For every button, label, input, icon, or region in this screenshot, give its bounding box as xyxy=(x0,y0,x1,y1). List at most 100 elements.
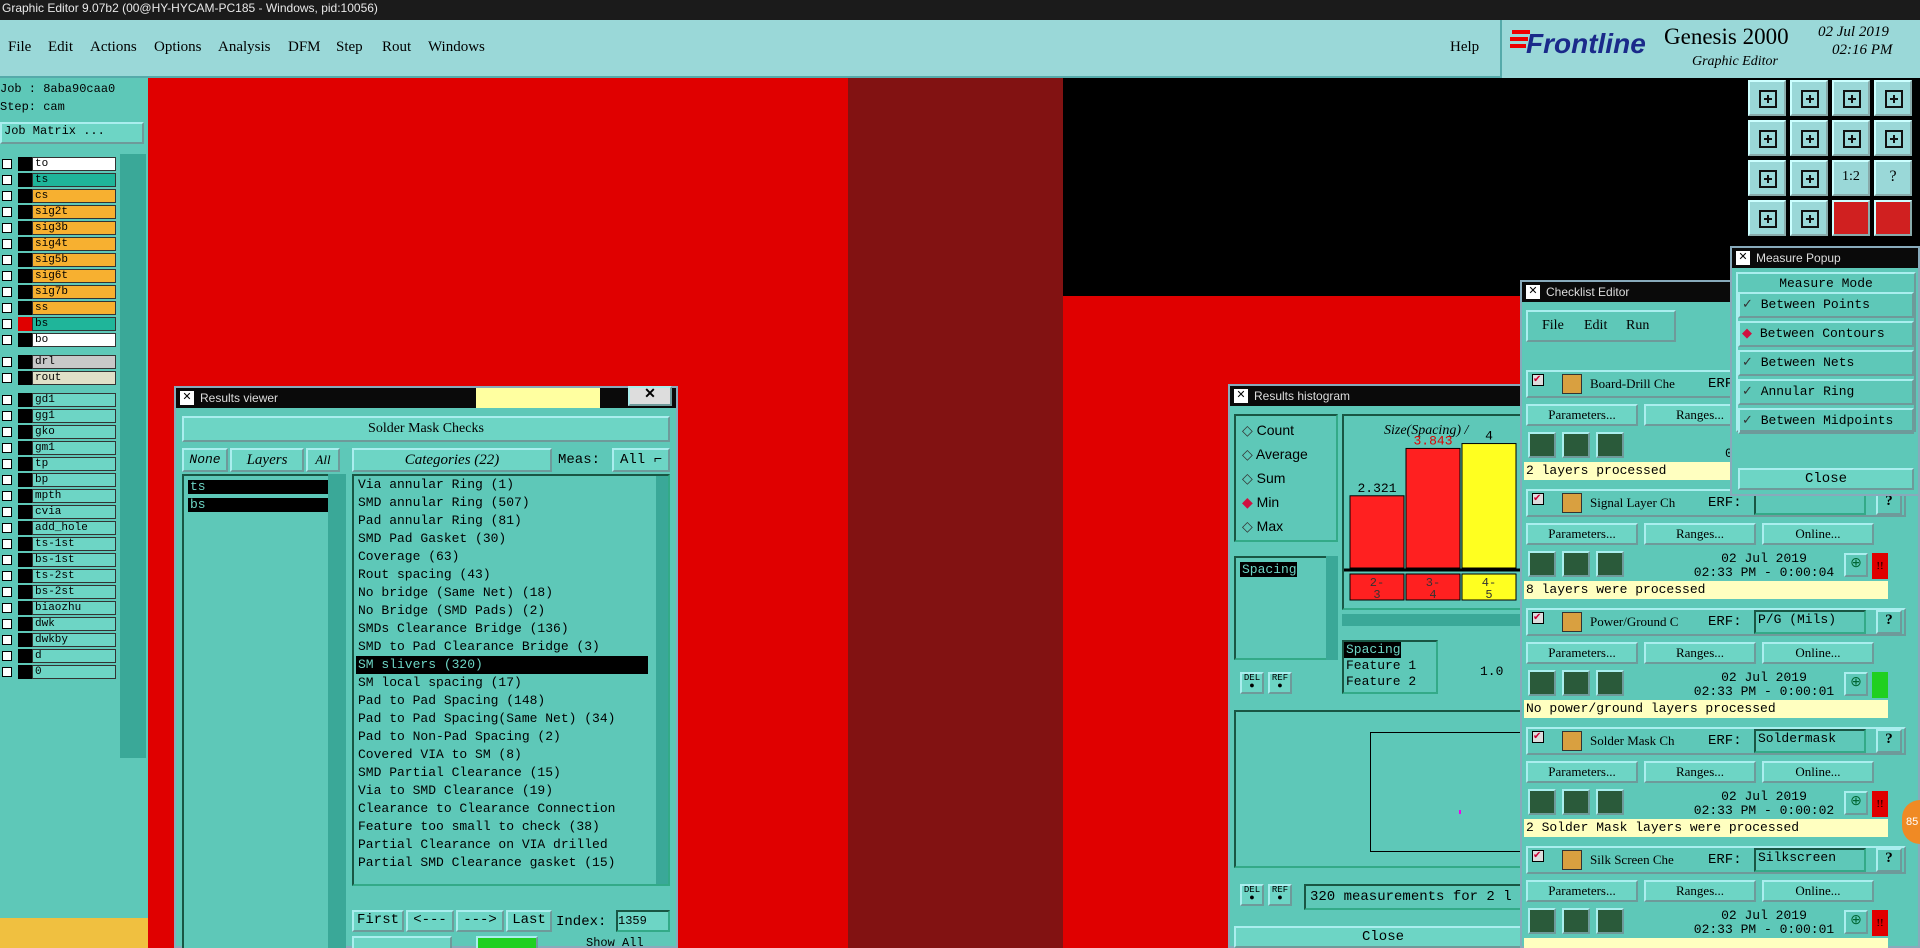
layer-row[interactable]: gd1 xyxy=(0,392,118,408)
menu-analysis[interactable]: Analysis xyxy=(218,39,271,56)
run-check-icon[interactable] xyxy=(1596,789,1624,815)
params-button[interactable]: Parameters... xyxy=(1526,404,1638,426)
measure-option[interactable]: ◆ Between Contours xyxy=(1738,321,1914,347)
erf-field[interactable]: P/G (Mils) xyxy=(1754,610,1866,634)
measure-option[interactable]: ✓ Annular Ring xyxy=(1738,379,1914,405)
meas-select[interactable]: All ⌐ xyxy=(612,448,670,472)
redraw-icon[interactable] xyxy=(1832,120,1870,156)
category-item[interactable]: SM slivers (320) xyxy=(356,656,648,674)
ref-button[interactable]: REF ● xyxy=(1268,672,1292,694)
histogram-preview[interactable] xyxy=(1234,710,1532,868)
layer-row[interactable]: bp xyxy=(0,472,118,488)
zoom-out-icon[interactable] xyxy=(1832,80,1870,116)
layer-checkbox[interactable] xyxy=(2,411,12,421)
category-item[interactable]: Feature too small to check (38) xyxy=(356,818,648,836)
checklist-menu-run[interactable]: Run xyxy=(1626,318,1649,334)
histogram-bar[interactable] xyxy=(1461,443,1517,569)
menu-edit[interactable]: Edit xyxy=(48,39,73,56)
ranges-button[interactable]: Ranges... xyxy=(1644,642,1756,664)
layer-row[interactable]: to xyxy=(0,156,118,172)
menu-actions[interactable]: Actions xyxy=(90,39,137,56)
layer-row[interactable]: mpth xyxy=(0,488,118,504)
layer-checkbox[interactable] xyxy=(2,587,12,597)
histogram-titlebar[interactable]: ✕ Results histogram xyxy=(1230,386,1532,406)
category-item[interactable]: Pad to Pad Spacing (148) xyxy=(356,692,648,710)
index-input[interactable] xyxy=(616,910,670,932)
layer-row[interactable]: cvia xyxy=(0,504,118,520)
mode-radio-count[interactable]: ◇ Count xyxy=(1242,422,1294,439)
measure-option[interactable]: ✓ Between Midpoints xyxy=(1738,408,1914,434)
checkbox-icon[interactable]: ✔ xyxy=(1532,850,1544,862)
layer-row[interactable]: sig6t xyxy=(0,268,118,284)
window-menu-icon[interactable]: ✕ xyxy=(1526,285,1540,299)
categories-button[interactable]: Categories (22) xyxy=(352,448,552,472)
run-check-icon[interactable] xyxy=(1562,908,1590,934)
category-item[interactable]: Via annular Ring (1) xyxy=(356,476,648,494)
category-item[interactable]: Partial Clearance on VIA drilled xyxy=(356,836,648,854)
center-icon[interactable] xyxy=(1790,160,1828,196)
layer-row[interactable]: bo xyxy=(0,332,118,348)
pan-right-icon[interactable] xyxy=(1790,120,1828,156)
layer-checkbox[interactable] xyxy=(2,571,12,581)
layer-checkbox[interactable] xyxy=(2,395,12,405)
online-button[interactable]: Online... xyxy=(1762,761,1874,783)
pan-left-icon[interactable] xyxy=(1748,120,1786,156)
run-check-icon[interactable] xyxy=(1562,789,1590,815)
mode-radio-average[interactable]: ◇ Average xyxy=(1242,446,1308,463)
run-check-icon[interactable] xyxy=(1528,432,1556,458)
layer-row[interactable]: sig3b xyxy=(0,220,118,236)
layer-checkbox[interactable] xyxy=(2,427,12,437)
menu-options[interactable]: Options xyxy=(154,39,202,56)
list-item[interactable]: Spacing xyxy=(1240,562,1297,577)
layer-checkbox[interactable] xyxy=(2,459,12,469)
measure-popup-titlebar[interactable]: ✕ Measure Popup xyxy=(1732,248,1918,268)
menu-help[interactable]: Help xyxy=(1450,39,1479,56)
results-layer-item[interactable]: ts xyxy=(188,480,328,494)
layer-row[interactable]: sig5b xyxy=(0,252,118,268)
category-item[interactable]: Pad to Pad Spacing(Same Net) (34) xyxy=(356,710,648,728)
zoom-icon[interactable]: ⊕ xyxy=(1844,910,1868,934)
run-check-icon[interactable] xyxy=(1596,670,1624,696)
zoom-icon[interactable]: ⊕ xyxy=(1844,791,1868,815)
layer-checkbox[interactable] xyxy=(2,523,12,533)
erf-field[interactable]: Soldermask xyxy=(1754,729,1866,753)
histogram-bar[interactable] xyxy=(1349,495,1405,569)
layer-row[interactable]: tp xyxy=(0,456,118,472)
run-check-icon[interactable] xyxy=(1528,789,1556,815)
histogram-hscrollbar[interactable] xyxy=(1342,614,1532,626)
close-icon[interactable]: ✕ xyxy=(628,386,672,406)
measure-option[interactable]: ✓ Between Nets xyxy=(1738,350,1914,376)
category-item[interactable]: Pad to Non-Pad Spacing (2) xyxy=(356,728,648,746)
checklist-menu-file[interactable]: File xyxy=(1542,318,1564,334)
zoom-page-icon[interactable] xyxy=(1874,80,1912,116)
run-check-icon[interactable] xyxy=(1562,670,1590,696)
layer-row[interactable]: biaozhu xyxy=(0,600,118,616)
layer-checkbox[interactable] xyxy=(2,287,12,297)
layer-checkbox[interactable] xyxy=(2,223,12,233)
layer-row[interactable]: dwk xyxy=(0,616,118,632)
help-icon[interactable]: ? xyxy=(1876,848,1902,872)
none-button[interactable]: None xyxy=(182,448,228,472)
last-button[interactable]: Last xyxy=(506,910,552,932)
menu-step[interactable]: Step xyxy=(336,39,363,56)
params-button[interactable]: Parameters... xyxy=(1526,642,1638,664)
histogram-list-scrollbar[interactable] xyxy=(1326,556,1338,660)
window-menu-icon[interactable]: ✕ xyxy=(1736,251,1750,265)
mode-radio-min[interactable]: ◆ Min xyxy=(1242,494,1279,511)
layer-row[interactable]: gm1 xyxy=(0,440,118,456)
online-button[interactable]: Online... xyxy=(1762,642,1874,664)
layer-list-scrollbar[interactable] xyxy=(328,474,346,948)
layer-checkbox[interactable] xyxy=(2,175,12,185)
prev-button[interactable]: <--- xyxy=(406,910,454,932)
measure-net-icon[interactable] xyxy=(1874,200,1912,236)
layer-row[interactable]: bs xyxy=(0,316,118,332)
measure-close-button[interactable]: Close xyxy=(1738,468,1914,490)
job-matrix-button[interactable]: Job Matrix ... xyxy=(0,122,144,144)
checkbox-icon[interactable]: ✔ xyxy=(1532,612,1544,624)
layer-checkbox[interactable] xyxy=(2,635,12,645)
category-item[interactable]: Covered VIA to SM (8) xyxy=(356,746,648,764)
layer-row[interactable]: rout xyxy=(0,370,118,386)
category-item[interactable]: Rout spacing (43) xyxy=(356,566,648,584)
layer-checkbox[interactable] xyxy=(2,507,12,517)
layer-checkbox[interactable] xyxy=(2,319,12,329)
